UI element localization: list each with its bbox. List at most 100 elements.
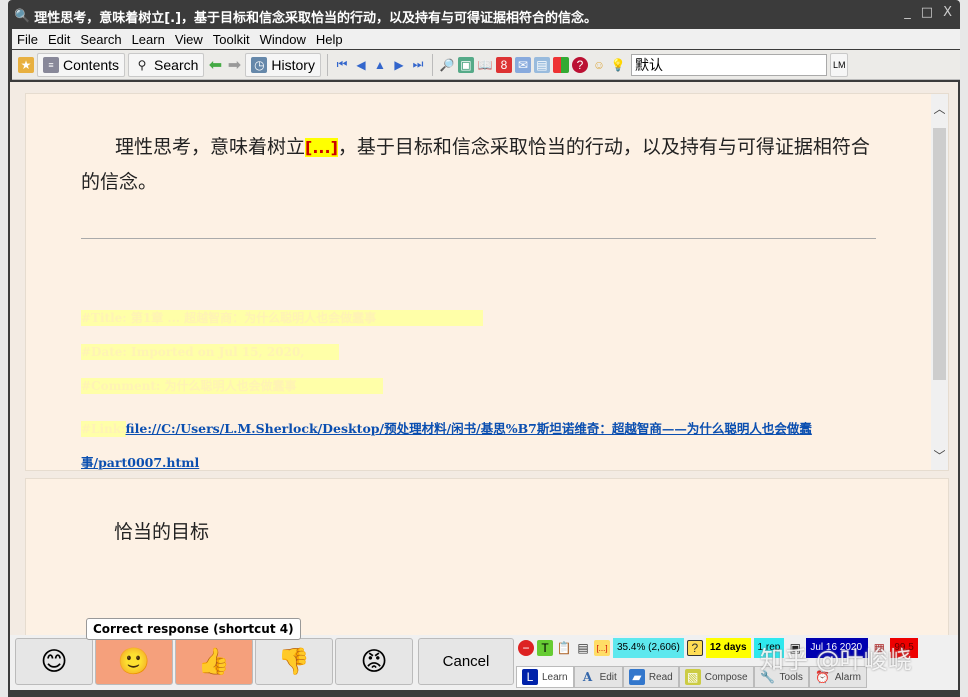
- history-label: History: [271, 56, 315, 73]
- binoculars-icon: ⚲: [137, 57, 147, 72]
- answer-text[interactable]: 恰当的目标: [114, 517, 209, 544]
- grade-good-button[interactable]: 🙂: [95, 638, 173, 685]
- menu-view[interactable]: View: [170, 32, 208, 47]
- lightbulb-icon[interactable]: 💡: [610, 57, 626, 73]
- tab-edit[interactable]: A Edit: [573, 666, 623, 688]
- add-topic-icon[interactable]: T: [537, 640, 553, 656]
- scroll-down-icon[interactable]: ﹀: [931, 447, 948, 464]
- divider: [81, 238, 876, 239]
- thumbs-up-icon: 👍: [197, 646, 231, 677]
- separator: [326, 53, 328, 76]
- grade-null-button[interactable]: 😡: [335, 638, 413, 685]
- tab-label: Learn: [542, 671, 568, 683]
- grade-fail-button[interactable]: 👎: [255, 638, 333, 685]
- grin-face-icon: 😊: [40, 646, 68, 677]
- contents-button[interactable]: ≡ Contents: [37, 52, 126, 77]
- mail-icon[interactable]: ✉: [514, 56, 531, 73]
- magnifier-icon[interactable]: 🔎: [439, 57, 455, 73]
- search-label: Search: [154, 56, 199, 73]
- stop-icon[interactable]: −: [518, 640, 534, 656]
- next-icon[interactable]: ▶: [391, 57, 407, 73]
- parent-icon[interactable]: ▲: [372, 57, 388, 73]
- reference-link: #Link: file://C:/Users/L.M.Sherlock/Desk…: [81, 412, 841, 480]
- back-arrow-icon[interactable]: ⬅: [207, 57, 223, 74]
- question-panel: 理性思考，意味着树立[...]，基于目标和信念采取恰当的行动，以及持有与可得证据…: [25, 93, 949, 471]
- question-text[interactable]: 理性思考，意味着树立[...]，基于目标和信念采取恰当的行动，以及持有与可得证据…: [81, 130, 871, 199]
- cloze-icon[interactable]: [...]: [594, 640, 610, 656]
- priority-lightbulb-icon: ?: [686, 640, 703, 656]
- last-icon[interactable]: ⏭: [410, 57, 426, 73]
- search-button[interactable]: ⚲ Search: [128, 52, 205, 77]
- reference-date: #Date: Imported on Jul 15, 2020, 00:13:5…: [81, 344, 339, 360]
- minimize-button[interactable]: _: [904, 5, 911, 20]
- tab-learn[interactable]: L Learn: [516, 666, 574, 688]
- progress-value: 35.4%: [617, 642, 646, 653]
- element-window: 理性思考，意味着树立[...]，基于目标和信念采取恰当的行动，以及持有与可得证据…: [10, 82, 958, 638]
- angry-face-icon: 😡: [360, 646, 388, 677]
- reference-title: #Title: 第1章 ... 超越智商：为什么聪明人也会做蠢事: [81, 310, 483, 326]
- reference-link-label: #Link:: [81, 421, 126, 437]
- contents-label: Contents: [63, 56, 120, 73]
- menu-bar: File Edit Search Learn View Toolkit Wind…: [12, 29, 960, 49]
- history-button[interactable]: ◷ History: [245, 52, 321, 77]
- menu-help[interactable]: Help: [311, 32, 348, 47]
- close-button[interactable]: X: [943, 5, 952, 20]
- clipboard-icon[interactable]: 📋: [556, 640, 572, 656]
- menu-learn[interactable]: Learn: [127, 32, 170, 47]
- image-icon[interactable]: ▣: [457, 56, 474, 73]
- document-icon[interactable]: ▤: [575, 640, 591, 656]
- tab-label: Edit: [599, 671, 617, 683]
- compose-box-icon: ▧: [684, 669, 701, 685]
- google-icon[interactable]: 8: [495, 56, 512, 73]
- menu-edit[interactable]: Edit: [43, 32, 75, 47]
- open-collection-icon[interactable]: ★: [18, 56, 34, 73]
- edit-icon: A: [582, 670, 593, 684]
- smile-face-icon: 🙂: [117, 646, 151, 677]
- learn-icon: L: [522, 669, 538, 685]
- tab-compose[interactable]: ▧ Compose: [678, 666, 754, 688]
- question-before: 理性思考，意味着树立: [115, 136, 306, 158]
- thumbs-down-icon: 👎: [277, 646, 311, 677]
- title-bar: 🔍 理性思考，意味着树立[.]，基于目标和信念采取恰当的行动，以及持有与可得证据相…: [14, 6, 597, 26]
- menu-toolkit[interactable]: Toolkit: [208, 32, 255, 47]
- menu-file[interactable]: File: [12, 32, 43, 47]
- interval-chip: 12 days: [705, 638, 751, 658]
- answer-panel: 恰当的目标: [25, 478, 949, 638]
- contents-icon: ≡: [43, 56, 59, 73]
- cancel-button[interactable]: Cancel: [418, 638, 514, 685]
- reference-comment: #Comment: 为什么聪明人也会做蠢事: [81, 378, 383, 394]
- cloze-deletion: [...]: [305, 138, 338, 157]
- tab-label: Compose: [704, 671, 748, 683]
- watermark: 知乎 @叶峻峣: [760, 646, 912, 674]
- colors-icon[interactable]: [552, 56, 569, 73]
- tooltip: Correct response (shortcut 4): [86, 618, 301, 640]
- scrollbar[interactable]: ︿ ﹀: [931, 94, 948, 470]
- tab-label: Read: [648, 671, 673, 683]
- book-icon[interactable]: 📖: [477, 57, 493, 73]
- progress-count: (2,606): [648, 642, 680, 653]
- help-icon[interactable]: ?: [571, 56, 588, 73]
- menu-search[interactable]: Search: [75, 32, 126, 47]
- concept-input[interactable]: 默认: [630, 53, 827, 76]
- user-icon[interactable]: ☺: [591, 57, 607, 73]
- toolbar: ★ ≡ Contents ⚲ Search ⬅ ➡ ◷ History ⏮ ◀ ▲ ▶…: [12, 50, 960, 80]
- scroll-thumb[interactable]: [933, 128, 946, 380]
- concept-group-button[interactable]: LM: [829, 52, 849, 77]
- grade-bright-button[interactable]: 😊: [15, 638, 93, 685]
- maximize-button[interactable]: □: [921, 5, 933, 20]
- forward-arrow-icon[interactable]: ➡: [226, 57, 242, 74]
- scroll-up-icon[interactable]: ︿: [931, 100, 948, 117]
- source-link[interactable]: file://C:/Users/L.M.Sherlock/Desktop/预处理…: [81, 421, 812, 470]
- app-icon: 🔍: [14, 8, 31, 24]
- first-icon[interactable]: ⏮: [334, 57, 350, 73]
- history-icon: ◷: [251, 56, 268, 73]
- read-book-icon: ▰: [628, 669, 645, 685]
- window-icon[interactable]: ▤: [533, 56, 550, 73]
- menu-window[interactable]: Window: [255, 32, 311, 47]
- grade-pass-button[interactable]: 👍: [175, 638, 253, 685]
- tab-read[interactable]: ▰ Read: [622, 666, 679, 688]
- progress-chip: 35.4% (2,606): [613, 638, 684, 658]
- previous-icon[interactable]: ◀: [353, 57, 369, 73]
- separator: [431, 53, 433, 76]
- window-title: 理性思考，意味着树立[.]，基于目标和信念采取恰当的行动，以及持有与可得证据相符…: [34, 10, 598, 26]
